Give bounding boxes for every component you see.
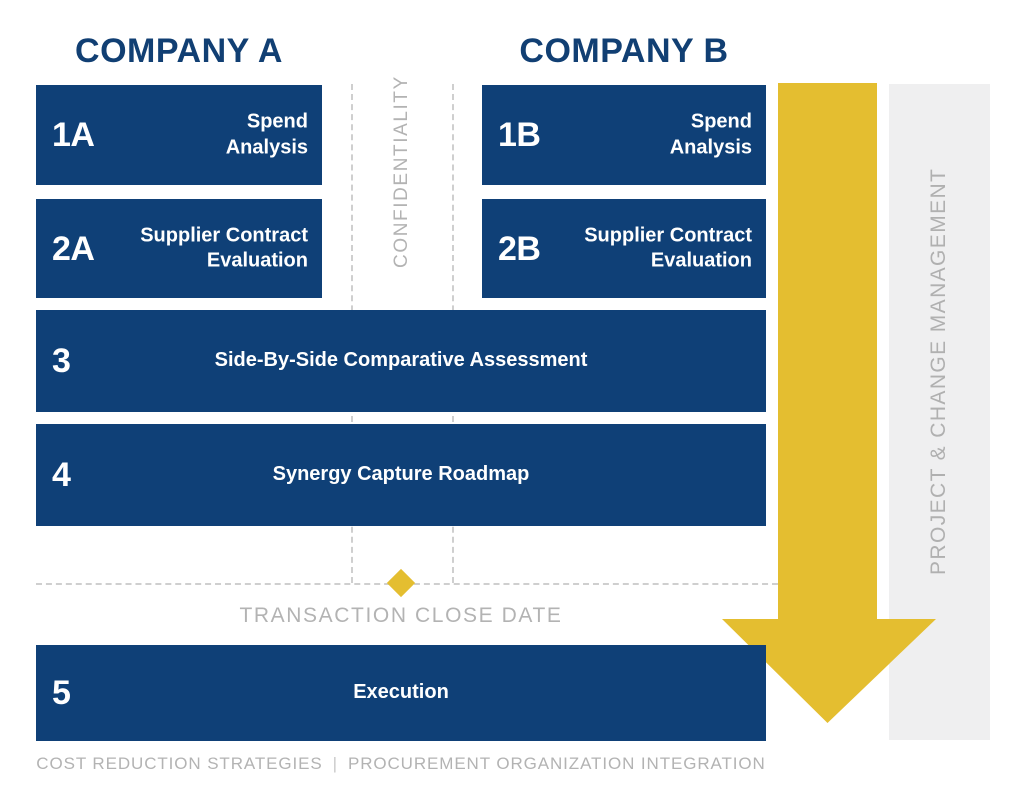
process-box-3[interactable]: 3 Side-By-Side Comparative Assessment — [36, 310, 766, 412]
process-box-1a[interactable]: 1A Spend Analysis — [36, 85, 322, 185]
footer-right-text: PROCUREMENT ORGANIZATION INTEGRATION — [347, 754, 766, 773]
process-box-1a-label: Spend Analysis — [225, 110, 308, 158]
column-header-company-a: COMPANY A — [75, 32, 283, 70]
process-box-5[interactable]: 5 Execution — [36, 645, 766, 741]
diagram-canvas: PROJECT & CHANGE MANAGEMENT COMPANY A CO… — [0, 0, 1024, 806]
footer-left-text: COST REDUCTION STRATEGIES — [36, 754, 323, 773]
confidentiality-label: CONFIDENTIALITY — [391, 75, 412, 268]
process-box-2b-label: Supplier Contract Evaluation — [584, 223, 752, 272]
process-box-2a[interactable]: 2A Supplier Contract Evaluation — [36, 199, 322, 298]
process-box-4[interactable]: 4 Synergy Capture Roadmap — [36, 424, 766, 526]
footer-separator: | — [332, 754, 338, 773]
process-box-1a-number: 1A — [52, 116, 95, 154]
process-box-2a-number: 2A — [52, 229, 95, 268]
process-box-1b[interactable]: 1B Spend Analysis — [482, 85, 766, 185]
process-box-1b-label: Spend Analysis — [669, 110, 752, 158]
column-header-company-b: COMPANY B — [519, 32, 729, 70]
process-box-3-label: Side-By-Side Comparative Assessment — [214, 349, 588, 372]
footer-caption: COST REDUCTION STRATEGIES | PROCUREMENT OR… — [36, 754, 766, 774]
process-box-4-label: Synergy Capture Roadmap — [272, 463, 530, 486]
process-box-1b-number: 1B — [498, 116, 541, 154]
process-box-2b-number: 2B — [498, 229, 541, 268]
transaction-close-diamond — [386, 568, 416, 598]
process-box-5-label: Execution — [353, 681, 449, 704]
process-box-2a-label: Supplier Contract Evaluation — [140, 223, 308, 272]
transaction-close-label: TRANSACTION CLOSE DATE — [239, 604, 563, 627]
process-box-2b[interactable]: 2B Supplier Contract Evaluation — [482, 199, 766, 298]
